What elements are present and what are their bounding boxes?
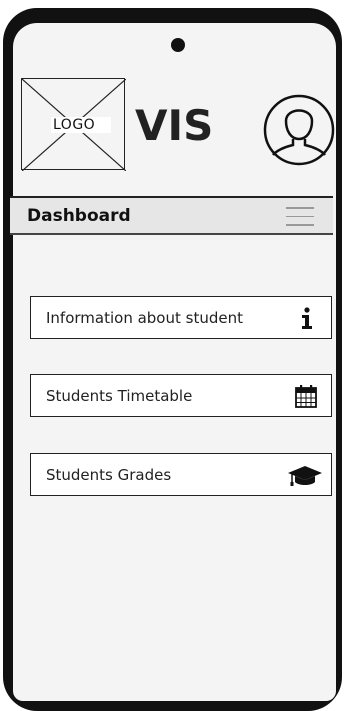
hamburger-menu-icon[interactable] <box>286 207 314 227</box>
calendar-icon <box>295 385 317 408</box>
nav-button-label: Students Grades <box>46 466 172 484</box>
nav-button-grades[interactable]: Students Grades <box>30 453 332 496</box>
info-icon <box>302 307 312 329</box>
app-title: VIS <box>135 101 214 150</box>
nav-button-student-info[interactable]: Information about student <box>30 296 332 339</box>
section-bar: Dashboard <box>10 198 333 235</box>
graduation-cap-icon <box>288 466 322 486</box>
section-title: Dashboard <box>27 206 131 226</box>
nav-button-label: Students Timetable <box>46 387 193 405</box>
logo-placeholder: LOGO <box>21 78 126 171</box>
user-avatar-icon[interactable] <box>262 93 336 167</box>
logo-label: LOGO <box>51 117 112 133</box>
camera-dot <box>171 38 185 52</box>
nav-button-timetable[interactable]: Students Timetable <box>30 374 332 417</box>
nav-button-label: Information about student <box>46 309 243 327</box>
